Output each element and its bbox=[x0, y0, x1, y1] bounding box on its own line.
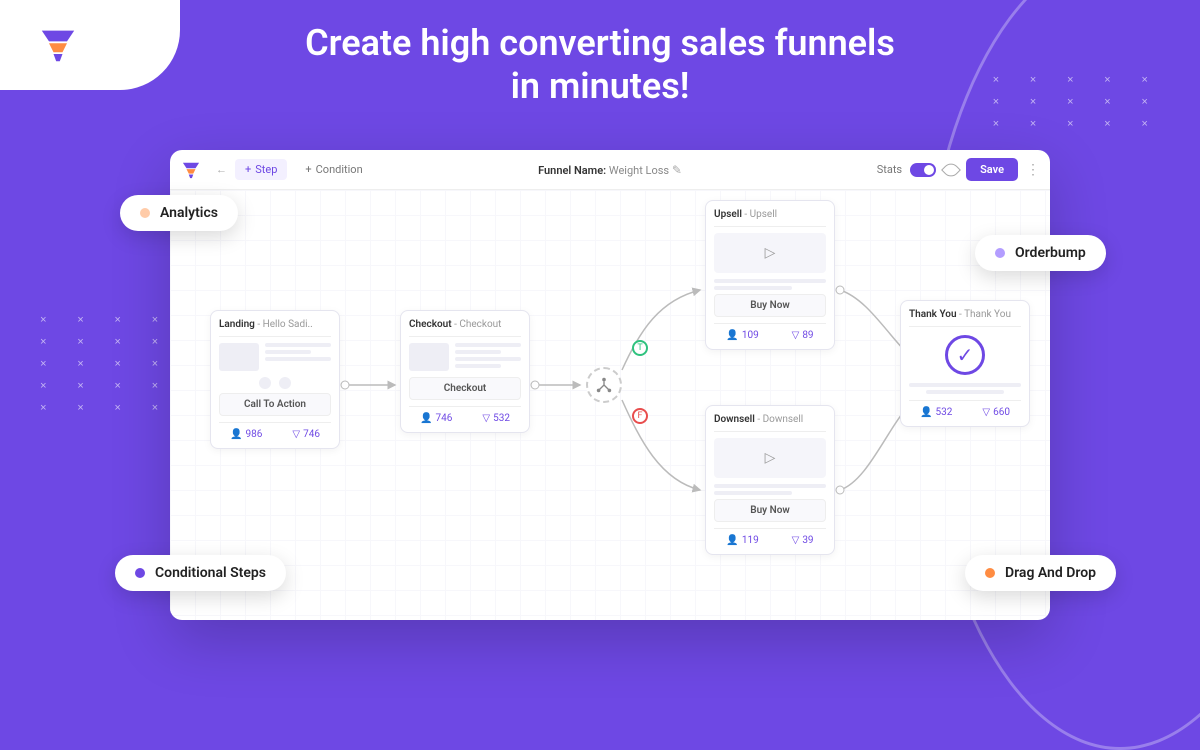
funnel-step-landing[interactable]: Landing - Hello Sadi.. Call To Action 👤 … bbox=[210, 310, 340, 449]
checkmark-icon: ✓ bbox=[945, 335, 985, 375]
upsell-cta: Buy Now bbox=[714, 294, 826, 317]
landing-cta: Call To Action bbox=[219, 393, 331, 416]
feature-chip-dragdrop: Drag And Drop bbox=[965, 555, 1116, 591]
stats-toggle[interactable] bbox=[910, 163, 936, 177]
branch-icon bbox=[595, 376, 613, 394]
funnel-canvas[interactable]: Landing - Hello Sadi.. Call To Action 👤 … bbox=[170, 190, 1050, 620]
back-icon[interactable]: ← bbox=[216, 163, 227, 176]
edit-name-icon[interactable]: ✎ bbox=[672, 163, 682, 177]
video-placeholder-icon: ▷ bbox=[714, 438, 826, 478]
more-menu-icon[interactable]: ⋮ bbox=[1026, 162, 1038, 178]
checkout-cta: Checkout bbox=[409, 377, 521, 400]
preview-icon[interactable] bbox=[941, 160, 961, 180]
stats-label: Stats bbox=[877, 163, 902, 176]
decoration-dots-top-right: × × × × ×× × × × ×× × × × × bbox=[993, 70, 1160, 136]
feature-chip-analytics: Analytics bbox=[120, 195, 238, 231]
decoration-dots-mid-left: × × × ×× × × ×× × × ×× × × ×× × × × bbox=[40, 310, 170, 420]
page-headline: Create high converting sales funnels in … bbox=[300, 22, 900, 108]
funnel-logo-icon bbox=[40, 27, 76, 63]
funnel-step-downsell[interactable]: Downsell - Downsell ▷ Buy Now 👤 119▽ 39 bbox=[705, 405, 835, 555]
video-placeholder-icon: ▷ bbox=[714, 233, 826, 273]
funnel-step-upsell[interactable]: Upsell - Upsell ▷ Buy Now 👤 109▽ 89 bbox=[705, 200, 835, 350]
app-logo-icon bbox=[182, 161, 200, 179]
funnel-step-thankyou[interactable]: Thank You - Thank You ✓ 👤 532▽ 660 bbox=[900, 300, 1030, 427]
funnel-step-checkout[interactable]: Checkout - Checkout Checkout 👤 746▽ 532 bbox=[400, 310, 530, 433]
condition-node[interactable] bbox=[586, 367, 622, 403]
feature-chip-conditional: Conditional Steps bbox=[115, 555, 286, 591]
visitors-icon: 👤 986 bbox=[230, 429, 262, 440]
app-toolbar: ← + Step + Condition Funnel Name: Weight… bbox=[170, 150, 1050, 190]
condition-false-badge: F bbox=[632, 408, 648, 424]
save-button[interactable]: Save bbox=[966, 158, 1018, 181]
filter-icon: ▽ 746 bbox=[292, 429, 320, 440]
add-step-button[interactable]: + Step bbox=[235, 159, 287, 180]
app-window: ← + Step + Condition Funnel Name: Weight… bbox=[170, 150, 1050, 620]
feature-chip-orderbump: Orderbump bbox=[975, 235, 1106, 271]
funnel-name-display: Funnel Name: Weight Loss ✎ bbox=[538, 163, 682, 177]
condition-true-badge: T bbox=[632, 340, 648, 356]
brand-logo-corner bbox=[0, 0, 180, 90]
add-condition-button[interactable]: + Condition bbox=[295, 159, 372, 180]
downsell-cta: Buy Now bbox=[714, 499, 826, 522]
